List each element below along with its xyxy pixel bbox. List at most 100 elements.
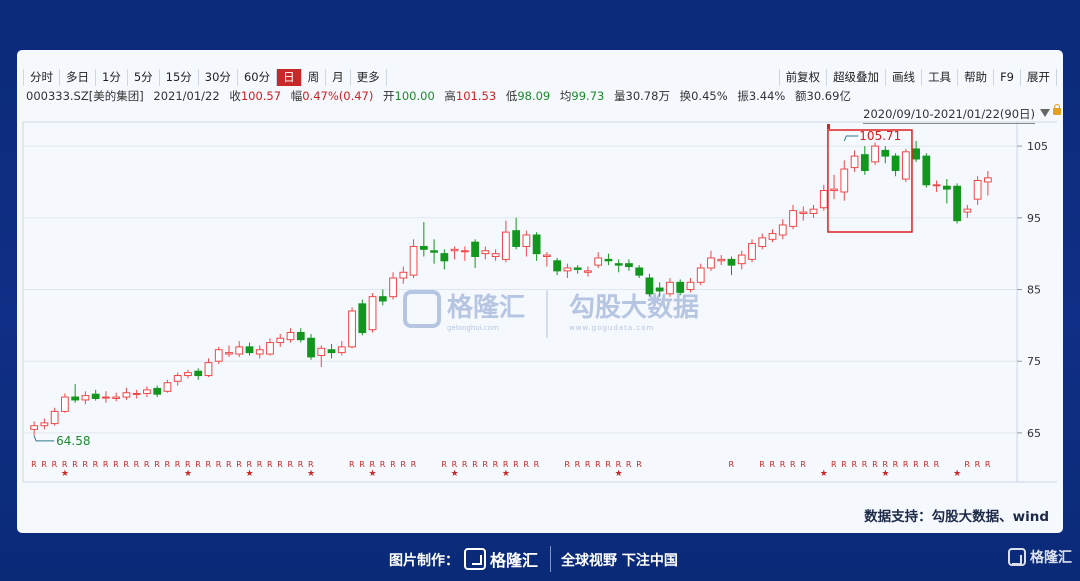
candle-down xyxy=(430,250,438,253)
low-price-label: 64.58 xyxy=(56,434,90,448)
event-r-marker: R xyxy=(636,460,642,469)
period-tab-9[interactable]: 月 xyxy=(326,69,351,86)
candle-up xyxy=(973,179,982,200)
event-r-marker: R xyxy=(893,460,899,469)
event-r-marker: R xyxy=(257,460,263,469)
candle-down xyxy=(604,258,613,262)
candle-up xyxy=(317,347,326,356)
candle-down xyxy=(912,148,920,160)
event-r-marker: R xyxy=(298,460,304,469)
candle-up xyxy=(399,271,408,279)
event-r-marker: R xyxy=(964,460,970,469)
candle-down xyxy=(625,263,633,268)
corner-logo: 格隆汇 xyxy=(1008,547,1072,567)
event-flag-marker xyxy=(827,124,830,129)
candle-down xyxy=(307,337,315,358)
event-r-marker: R xyxy=(380,460,386,469)
event-r-marker: R xyxy=(288,460,294,469)
lock-icon[interactable] xyxy=(1053,104,1061,115)
dropdown-triangle-icon[interactable] xyxy=(1040,109,1050,117)
candle-up xyxy=(460,250,469,253)
event-r-marker: R xyxy=(862,460,868,469)
period-tab-6[interactable]: 60分 xyxy=(238,69,278,86)
tool-button-4[interactable]: 帮助 xyxy=(958,69,995,86)
event-r-marker: R xyxy=(41,460,47,469)
candle-up xyxy=(30,425,39,430)
candle-down xyxy=(296,332,305,341)
period-tab-10[interactable]: 更多 xyxy=(351,69,387,86)
event-r-marker: R xyxy=(308,460,314,469)
period-tab-3[interactable]: 5分 xyxy=(128,69,160,86)
period-tab-1[interactable]: 多日 xyxy=(60,69,96,86)
candle-up xyxy=(983,177,992,183)
period-tab-8[interactable]: 周 xyxy=(302,69,327,86)
candle-down xyxy=(614,263,623,266)
event-star-marker: ★ xyxy=(881,469,889,479)
event-r-marker: R xyxy=(934,460,940,469)
candle-up xyxy=(214,349,223,362)
event-r-marker: R xyxy=(482,460,488,469)
candle-up xyxy=(666,281,674,295)
event-r-marker: R xyxy=(452,460,458,469)
candle-up xyxy=(901,151,910,180)
event-r-marker: R xyxy=(52,460,58,469)
event-star-marker: ★ xyxy=(502,469,510,479)
stock-code: 000333.SZ[美的集团] xyxy=(26,89,144,103)
event-r-marker: R xyxy=(185,460,191,469)
event-r-marker: R xyxy=(277,460,283,469)
amplitude: 振3.44% xyxy=(737,89,786,103)
event-star-marker: ★ xyxy=(451,469,459,479)
tool-button-1[interactable]: 超级叠加 xyxy=(827,69,887,86)
candle-up xyxy=(225,352,233,355)
tool-button-5[interactable]: F9 xyxy=(994,69,1021,86)
chart-panel: 65 75 85 95 105 格隆汇 gelonghui.com 勾股大数据 www.gogu… xyxy=(17,50,1063,533)
candle-up xyxy=(778,224,787,236)
candle-up xyxy=(266,342,274,355)
period-tab-4[interactable]: 15分 xyxy=(160,69,199,86)
candle-up xyxy=(337,346,346,354)
candle-up xyxy=(768,233,777,240)
event-star-marker: ★ xyxy=(615,469,623,479)
watermark-logo-icon xyxy=(403,290,441,328)
candle-up xyxy=(276,337,285,344)
corner-logo-icon xyxy=(1008,548,1026,566)
event-r-marker: R xyxy=(523,460,529,469)
date-range-selector[interactable]: 2020/09/10-2021/01/22(90日) xyxy=(863,106,1035,124)
candle-up xyxy=(737,254,746,265)
event-r-marker: R xyxy=(605,460,611,469)
event-r-marker: R xyxy=(975,460,981,469)
low-price: 低98.09 xyxy=(505,89,551,103)
period-tab-2[interactable]: 1分 xyxy=(96,69,128,86)
quote-bar: 000333.SZ[美的集团] 2021/01/22 收100.57 幅0.47… xyxy=(26,88,857,103)
tool-button-6[interactable]: 展开 xyxy=(1021,69,1057,86)
period-tab-5[interactable]: 30分 xyxy=(199,69,238,86)
y-tick-label: 105 xyxy=(1027,140,1048,153)
period-tab-7[interactable]: 日 xyxy=(277,69,302,86)
tool-button-3[interactable]: 工具 xyxy=(922,69,959,86)
candle-up xyxy=(522,234,531,247)
candle-down xyxy=(194,370,203,377)
event-r-marker: R xyxy=(626,460,632,469)
candle-up xyxy=(112,396,121,399)
candle-down xyxy=(71,396,80,401)
event-r-marker: R xyxy=(513,460,519,469)
high-price: 高101.53 xyxy=(444,89,497,103)
candle-down xyxy=(891,155,900,171)
candle-up xyxy=(389,277,397,298)
tool-button-0[interactable]: 前复权 xyxy=(778,69,828,86)
event-star-marker: ★ xyxy=(245,469,253,479)
event-r-marker: R xyxy=(144,460,150,469)
event-r-marker: R xyxy=(62,460,68,469)
event-r-marker: R xyxy=(370,460,376,469)
candle-up xyxy=(594,257,603,266)
candle-down xyxy=(922,155,931,186)
open-price: 开100.00 xyxy=(383,89,435,103)
tool-button-2[interactable]: 画线 xyxy=(886,69,923,86)
event-r-marker: R xyxy=(31,460,37,469)
footer-logo: 格隆汇 xyxy=(464,547,538,571)
period-tab-0[interactable]: 分时 xyxy=(23,69,60,86)
event-r-marker: R xyxy=(575,460,581,469)
event-r-marker: R xyxy=(585,460,591,469)
candle-up xyxy=(686,281,695,290)
made-by-label: 图片制作： xyxy=(389,553,459,569)
